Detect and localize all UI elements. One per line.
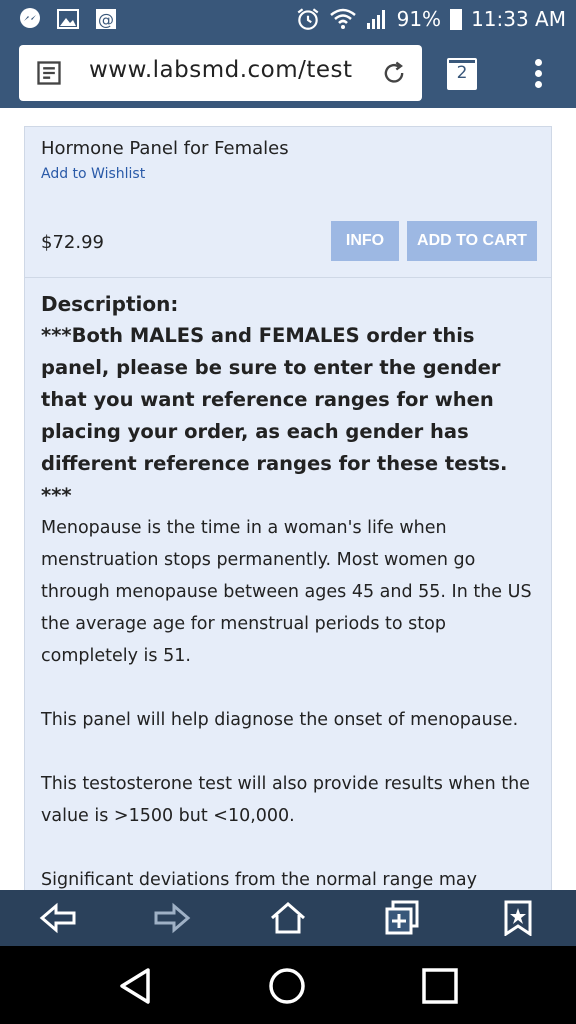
add-to-cart-button[interactable]: ADD TO CART — [407, 221, 537, 261]
status-right: 91% 11:33 AM — [295, 0, 566, 38]
add-to-wishlist-link[interactable]: Add to Wishlist — [41, 166, 145, 182]
clock: 11:33 AM — [471, 7, 566, 31]
messenger-icon — [20, 8, 40, 28]
wifi-icon — [329, 8, 356, 29]
back-triangle-icon[interactable] — [116, 966, 156, 1006]
system-nav-bar — [0, 946, 576, 1024]
overflow-menu-icon[interactable] — [526, 56, 550, 92]
signal-icon — [366, 10, 385, 29]
refresh-icon[interactable] — [380, 59, 408, 87]
product-card: Hormone Panel for Females Add to Wishlis… — [24, 126, 552, 278]
page-icon — [37, 61, 61, 85]
browser-toolbar: www.labsmd.com/test 2 — [0, 38, 576, 108]
svg-text:@: @ — [98, 10, 114, 29]
product-title: Hormone Panel for Females — [41, 138, 289, 159]
page-content: Hormone Panel for Females Add to Wishlis… — [0, 108, 576, 890]
gallery-icon — [57, 9, 79, 29]
description-paragraph: This panel will help diagnose the onset … — [41, 710, 519, 730]
battery-percent: 91% — [396, 7, 442, 31]
tab-switcher-button[interactable]: 2 — [447, 58, 477, 90]
product-price: $72.99 — [41, 232, 104, 253]
email-at-icon: @ — [96, 9, 116, 29]
new-tab-icon[interactable] — [382, 900, 422, 936]
description-heading: Description: — [41, 292, 179, 316]
gender-notice: ***Both MALES and FEMALES order this pan… — [41, 324, 508, 507]
description-paragraph: Significant deviations from the normal r… — [41, 870, 477, 890]
status-bar: @ 91% 11:33 AM — [0, 0, 576, 38]
forward-icon[interactable] — [152, 900, 192, 936]
tab-count: 2 — [449, 63, 475, 88]
bookmark-icon[interactable] — [498, 900, 538, 936]
back-icon[interactable] — [38, 900, 78, 936]
home-icon[interactable] — [268, 900, 308, 936]
home-circle-icon[interactable] — [267, 966, 307, 1006]
battery-icon — [450, 9, 463, 30]
description-paragraph: This testosterone test will also provide… — [41, 774, 530, 826]
address-bar[interactable]: www.labsmd.com/test — [19, 45, 422, 101]
description-paragraph: Menopause is the time in a woman's life … — [41, 518, 532, 666]
info-button[interactable]: INFO — [331, 221, 399, 261]
alarm-icon — [297, 8, 319, 30]
recents-square-icon[interactable] — [420, 966, 460, 1006]
web-toolbar — [0, 890, 576, 946]
description-panel: Description: ***Both MALES and FEMALES o… — [24, 278, 552, 890]
url-text[interactable]: www.labsmd.com/test — [89, 57, 379, 83]
